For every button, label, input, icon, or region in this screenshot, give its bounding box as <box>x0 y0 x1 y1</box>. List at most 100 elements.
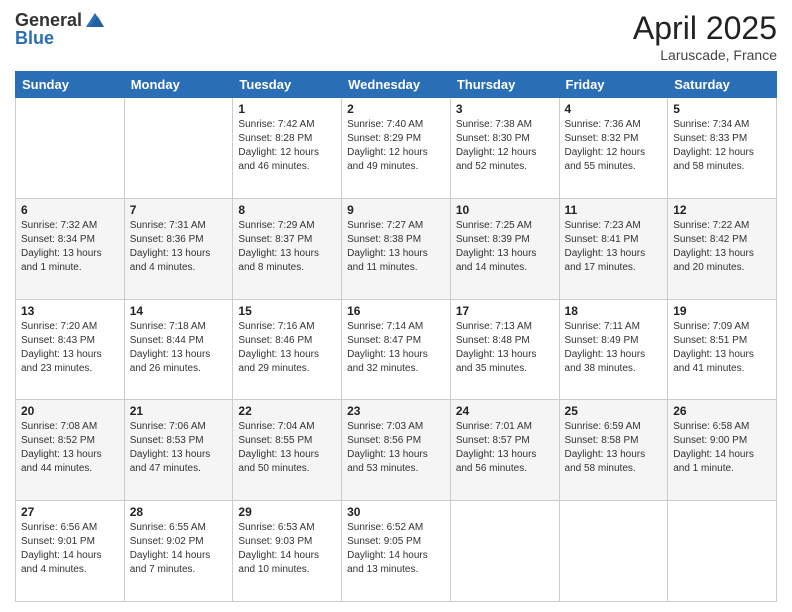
calendar-day-cell: 1Sunrise: 7:42 AM Sunset: 8:28 PM Daylig… <box>233 98 342 199</box>
calendar-day-cell: 7 Sunrise: 7:31 AM Sunset: 8:36 PM Daylig… <box>124 198 233 299</box>
day-info: Sunrise: 7:13 AM Sunset: 8:48 PM Dayligh… <box>456 320 554 376</box>
day-number: 17 <box>456 304 554 318</box>
day-info: Sunrise: 6:56 AM Sunset: 9:01 PM Dayligh… <box>21 521 119 577</box>
calendar-day-cell: 22 Sunrise: 7:04 AM Sunset: 8:55 PM Dayli… <box>233 400 342 501</box>
col-saturday: Saturday <box>668 72 777 98</box>
day-number: 23 <box>347 404 445 418</box>
day-number: 21 <box>130 404 228 418</box>
logo-icon <box>84 11 106 29</box>
day-info: Sunrise: 7:20 AM Sunset: 8:43 PM Dayligh… <box>21 320 119 376</box>
day-info: Sunrise: 7:32 AM Sunset: 8:34 PM Dayligh… <box>21 219 119 275</box>
day-info: Sunrise: 7:29 AM Sunset: 8:37 PM Dayligh… <box>238 219 336 275</box>
day-info: Sunrise: 6:52 AM Sunset: 9:05 PM Dayligh… <box>347 521 445 577</box>
calendar-day-cell: 16 Sunrise: 7:14 AM Sunset: 8:47 PM Dayli… <box>342 299 451 400</box>
day-number: 12 <box>673 203 771 217</box>
day-info: Sunrise: 7:04 AM Sunset: 8:55 PM Dayligh… <box>238 420 336 476</box>
day-number: 29 <box>238 505 336 519</box>
day-number: 7 <box>130 203 228 217</box>
day-number: 19 <box>673 304 771 318</box>
calendar-day-cell: 28 Sunrise: 6:55 AM Sunset: 9:02 PM Dayli… <box>124 501 233 602</box>
day-number: 28 <box>130 505 228 519</box>
day-number: 22 <box>238 404 336 418</box>
day-number: 2 <box>347 102 445 116</box>
col-monday: Monday <box>124 72 233 98</box>
day-number: 9 <box>347 203 445 217</box>
calendar-day-cell <box>668 501 777 602</box>
day-info: Sunrise: 7:27 AM Sunset: 8:38 PM Dayligh… <box>347 219 445 275</box>
day-number: 30 <box>347 505 445 519</box>
col-tuesday: Tuesday <box>233 72 342 98</box>
day-number: 18 <box>565 304 663 318</box>
day-info: Sunrise: 6:55 AM Sunset: 9:02 PM Dayligh… <box>130 521 228 577</box>
day-info: Sunrise: 7:31 AM Sunset: 8:36 PM Dayligh… <box>130 219 228 275</box>
calendar-day-cell <box>16 98 125 199</box>
day-info: Sunrise: 6:53 AM Sunset: 9:03 PM Dayligh… <box>238 521 336 577</box>
calendar-day-cell: 26Sunrise: 6:58 AM Sunset: 9:00 PM Dayli… <box>668 400 777 501</box>
calendar-day-cell: 9 Sunrise: 7:27 AM Sunset: 8:38 PM Daylig… <box>342 198 451 299</box>
calendar-day-cell: 10 Sunrise: 7:25 AM Sunset: 8:39 PM Dayli… <box>450 198 559 299</box>
day-info: Sunrise: 6:59 AM Sunset: 8:58 PM Dayligh… <box>565 420 663 476</box>
page: General Blue April 2025 Laruscade, Franc… <box>0 0 792 612</box>
calendar-day-cell: 27 Sunrise: 6:56 AM Sunset: 9:01 PM Dayli… <box>16 501 125 602</box>
calendar-day-cell: 4 Sunrise: 7:36 AM Sunset: 8:32 PM Daylig… <box>559 98 668 199</box>
col-friday: Friday <box>559 72 668 98</box>
calendar-day-cell: 25 Sunrise: 6:59 AM Sunset: 8:58 PM Dayli… <box>559 400 668 501</box>
day-number: 14 <box>130 304 228 318</box>
calendar-day-cell: 17 Sunrise: 7:13 AM Sunset: 8:48 PM Dayli… <box>450 299 559 400</box>
calendar-week-row: 13 Sunrise: 7:20 AM Sunset: 8:43 PM Dayli… <box>16 299 777 400</box>
day-number: 5 <box>673 102 771 116</box>
calendar-day-cell: 6Sunrise: 7:32 AM Sunset: 8:34 PM Daylig… <box>16 198 125 299</box>
calendar-day-cell: 2 Sunrise: 7:40 AM Sunset: 8:29 PM Daylig… <box>342 98 451 199</box>
day-number: 1 <box>238 102 336 116</box>
calendar-day-cell <box>124 98 233 199</box>
day-info: Sunrise: 7:25 AM Sunset: 8:39 PM Dayligh… <box>456 219 554 275</box>
calendar-week-row: 6Sunrise: 7:32 AM Sunset: 8:34 PM Daylig… <box>16 198 777 299</box>
calendar-week-row: 20 Sunrise: 7:08 AM Sunset: 8:52 PM Dayli… <box>16 400 777 501</box>
calendar-day-cell <box>559 501 668 602</box>
day-info: Sunrise: 7:16 AM Sunset: 8:46 PM Dayligh… <box>238 320 336 376</box>
day-number: 20 <box>21 404 119 418</box>
day-number: 25 <box>565 404 663 418</box>
day-info: Sunrise: 7:18 AM Sunset: 8:44 PM Dayligh… <box>130 320 228 376</box>
day-info: Sunrise: 7:11 AM Sunset: 8:49 PM Dayligh… <box>565 320 663 376</box>
calendar-day-cell: 21Sunrise: 7:06 AM Sunset: 8:53 PM Dayli… <box>124 400 233 501</box>
col-sunday: Sunday <box>16 72 125 98</box>
month-title: April 2025 <box>633 10 777 47</box>
day-number: 8 <box>238 203 336 217</box>
day-info: Sunrise: 7:09 AM Sunset: 8:51 PM Dayligh… <box>673 320 771 376</box>
col-wednesday: Wednesday <box>342 72 451 98</box>
col-thursday: Thursday <box>450 72 559 98</box>
day-info: Sunrise: 7:14 AM Sunset: 8:47 PM Dayligh… <box>347 320 445 376</box>
day-number: 4 <box>565 102 663 116</box>
day-info: Sunrise: 7:38 AM Sunset: 8:30 PM Dayligh… <box>456 118 554 174</box>
day-info: Sunrise: 7:08 AM Sunset: 8:52 PM Dayligh… <box>21 420 119 476</box>
day-number: 10 <box>456 203 554 217</box>
day-number: 3 <box>456 102 554 116</box>
calendar-table: Sunday Monday Tuesday Wednesday Thursday… <box>15 71 777 602</box>
day-number: 27 <box>21 505 119 519</box>
calendar-day-cell: 11Sunrise: 7:23 AM Sunset: 8:41 PM Dayli… <box>559 198 668 299</box>
day-info: Sunrise: 7:40 AM Sunset: 8:29 PM Dayligh… <box>347 118 445 174</box>
calendar-day-cell: 15 Sunrise: 7:16 AM Sunset: 8:46 PM Dayli… <box>233 299 342 400</box>
calendar-day-cell: 19 Sunrise: 7:09 AM Sunset: 8:51 PM Dayli… <box>668 299 777 400</box>
calendar-day-cell: 14 Sunrise: 7:18 AM Sunset: 8:44 PM Dayli… <box>124 299 233 400</box>
day-number: 13 <box>21 304 119 318</box>
day-info: Sunrise: 7:34 AM Sunset: 8:33 PM Dayligh… <box>673 118 771 174</box>
logo: General Blue <box>15 10 106 49</box>
calendar-header-row: Sunday Monday Tuesday Wednesday Thursday… <box>16 72 777 98</box>
calendar-day-cell: 12Sunrise: 7:22 AM Sunset: 8:42 PM Dayli… <box>668 198 777 299</box>
day-number: 15 <box>238 304 336 318</box>
calendar-day-cell: 3 Sunrise: 7:38 AM Sunset: 8:30 PM Daylig… <box>450 98 559 199</box>
calendar-day-cell: 13 Sunrise: 7:20 AM Sunset: 8:43 PM Dayli… <box>16 299 125 400</box>
calendar-day-cell <box>450 501 559 602</box>
day-info: Sunrise: 7:36 AM Sunset: 8:32 PM Dayligh… <box>565 118 663 174</box>
day-info: Sunrise: 7:03 AM Sunset: 8:56 PM Dayligh… <box>347 420 445 476</box>
calendar-day-cell: 20 Sunrise: 7:08 AM Sunset: 8:52 PM Dayli… <box>16 400 125 501</box>
location: Laruscade, France <box>633 47 777 63</box>
calendar-week-row: 1Sunrise: 7:42 AM Sunset: 8:28 PM Daylig… <box>16 98 777 199</box>
calendar-day-cell: 5 Sunrise: 7:34 AM Sunset: 8:33 PM Daylig… <box>668 98 777 199</box>
calendar-day-cell: 18 Sunrise: 7:11 AM Sunset: 8:49 PM Dayli… <box>559 299 668 400</box>
day-number: 16 <box>347 304 445 318</box>
calendar-day-cell: 23 Sunrise: 7:03 AM Sunset: 8:56 PM Dayli… <box>342 400 451 501</box>
day-info: Sunrise: 7:01 AM Sunset: 8:57 PM Dayligh… <box>456 420 554 476</box>
